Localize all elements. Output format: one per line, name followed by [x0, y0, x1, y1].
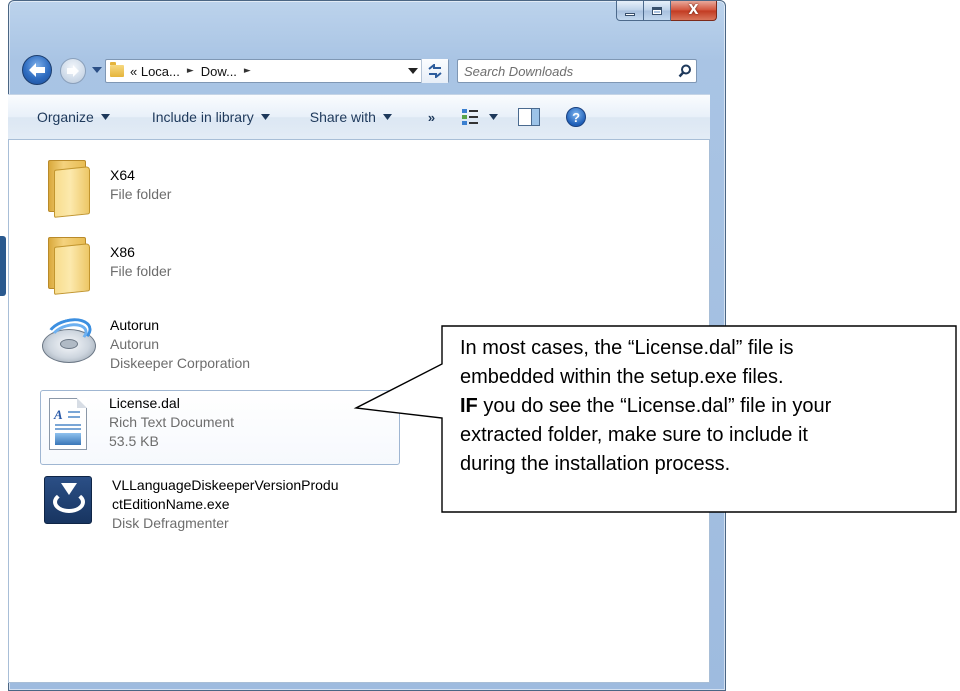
- preview-pane-button[interactable]: [518, 108, 541, 126]
- more-commands-icon: »: [427, 109, 436, 125]
- include-in-library-button[interactable]: Include in library: [144, 105, 278, 129]
- file-company: Diskeeper Corporation: [110, 355, 251, 371]
- callout-emphasis: IF: [460, 395, 478, 417]
- file-type: File folder: [110, 263, 172, 279]
- refresh-icon: [428, 64, 442, 78]
- maximize-icon: [652, 6, 662, 15]
- search-input[interactable]: Search Downloads: [464, 64, 674, 79]
- disk-defragmenter-icon: [40, 476, 96, 538]
- caption-buttons: X: [616, 1, 717, 21]
- file-type: Rich Text Document: [109, 414, 235, 430]
- chevron-down-icon: [100, 114, 110, 120]
- callout-line-3-rest: you do see the “License.dal” file in you…: [477, 395, 832, 417]
- callout-text: In most cases, the “License.dal” file is…: [460, 334, 950, 479]
- back-arrow-icon: [29, 63, 45, 77]
- forward-arrow-icon: [67, 65, 79, 77]
- folder-icon: [40, 231, 96, 295]
- share-with-button[interactable]: Share with: [302, 105, 400, 129]
- breadcrumb-local-disk[interactable]: « Loca...: [130, 64, 180, 79]
- chevron-down-icon: [92, 66, 102, 73]
- chevron-down-icon: [382, 114, 392, 120]
- callout-line-3: IF you do see the “License.dal” file in …: [460, 392, 950, 421]
- callout-line-5: during the installation process.: [460, 453, 731, 475]
- organize-menu-button[interactable]: Organize: [29, 105, 118, 129]
- help-icon: ?: [572, 109, 581, 125]
- file-name: License.dal: [109, 395, 180, 411]
- search-icon[interactable]: [674, 64, 696, 78]
- organize-label: Organize: [37, 109, 94, 125]
- close-button[interactable]: X: [671, 1, 717, 21]
- callout-line-2: embedded within the setup.exe files.: [460, 366, 784, 388]
- navigation-bar: « Loca... ► Dow... ► Search Downloads: [9, 49, 725, 91]
- minimize-icon: [625, 12, 635, 16]
- chevron-down-icon: [489, 114, 499, 120]
- file-type: Autorun: [110, 336, 160, 352]
- callout-line-4: extracted folder, make sure to include i…: [460, 424, 808, 446]
- address-dropdown-icon[interactable]: [408, 68, 418, 75]
- forward-button[interactable]: [60, 58, 86, 84]
- breadcrumb-separator-icon[interactable]: ►: [244, 66, 251, 76]
- more-commands-button[interactable]: »: [420, 106, 443, 129]
- breadcrumb-separator-icon[interactable]: ►: [187, 66, 194, 76]
- window-edge-strip: [0, 236, 6, 296]
- share-with-label: Share with: [309, 109, 376, 125]
- recent-pages-button[interactable]: [92, 64, 102, 76]
- file-item-defragmenter-exe[interactable]: VLLanguageDiskeeperVersionProdu ctEditio…: [40, 476, 400, 538]
- file-type: Disk Defragmenter: [112, 515, 229, 531]
- chevron-down-icon: [260, 114, 270, 120]
- address-bar[interactable]: « Loca... ► Dow... ►: [105, 59, 449, 83]
- folder-icon: [110, 62, 124, 77]
- file-item-autorun[interactable]: Autorun Autorun Diskeeper Corporation: [40, 313, 400, 375]
- file-size: 53.5 KB: [109, 433, 159, 449]
- command-bar: Organize Include in library Share with »…: [8, 94, 710, 140]
- close-icon: X: [688, 3, 699, 18]
- file-type: File folder: [110, 186, 172, 202]
- rich-text-document-icon: A: [41, 394, 97, 456]
- folder-icon: [40, 154, 96, 218]
- view-details-icon: [462, 109, 479, 125]
- file-name: X86: [110, 244, 135, 260]
- minimize-button[interactable]: [616, 1, 644, 21]
- help-button[interactable]: ?: [566, 107, 587, 127]
- autorun-disc-icon: [40, 313, 96, 375]
- file-item-x64[interactable]: X64 File folder: [40, 154, 400, 218]
- file-item-x86[interactable]: X86 File folder: [40, 231, 400, 295]
- include-in-library-label: Include in library: [151, 109, 254, 125]
- file-name: Autorun: [110, 317, 160, 333]
- change-view-button[interactable]: [461, 108, 499, 126]
- maximize-button[interactable]: [644, 1, 671, 21]
- file-name-line-2: ctEditionName.exe: [112, 496, 230, 512]
- back-button[interactable]: [22, 55, 52, 85]
- refresh-button[interactable]: [421, 59, 448, 83]
- file-name: X64: [110, 167, 135, 183]
- file-item-license-dal[interactable]: A License.dal Rich Text Document 53.5 KB: [40, 390, 400, 465]
- file-name-line-1: VLLanguageDiskeeperVersionProdu: [112, 477, 339, 493]
- callout-line-1: In most cases, the “License.dal” file is: [460, 337, 794, 359]
- search-box[interactable]: Search Downloads: [457, 59, 697, 83]
- breadcrumb-downloads[interactable]: Dow...: [201, 64, 237, 79]
